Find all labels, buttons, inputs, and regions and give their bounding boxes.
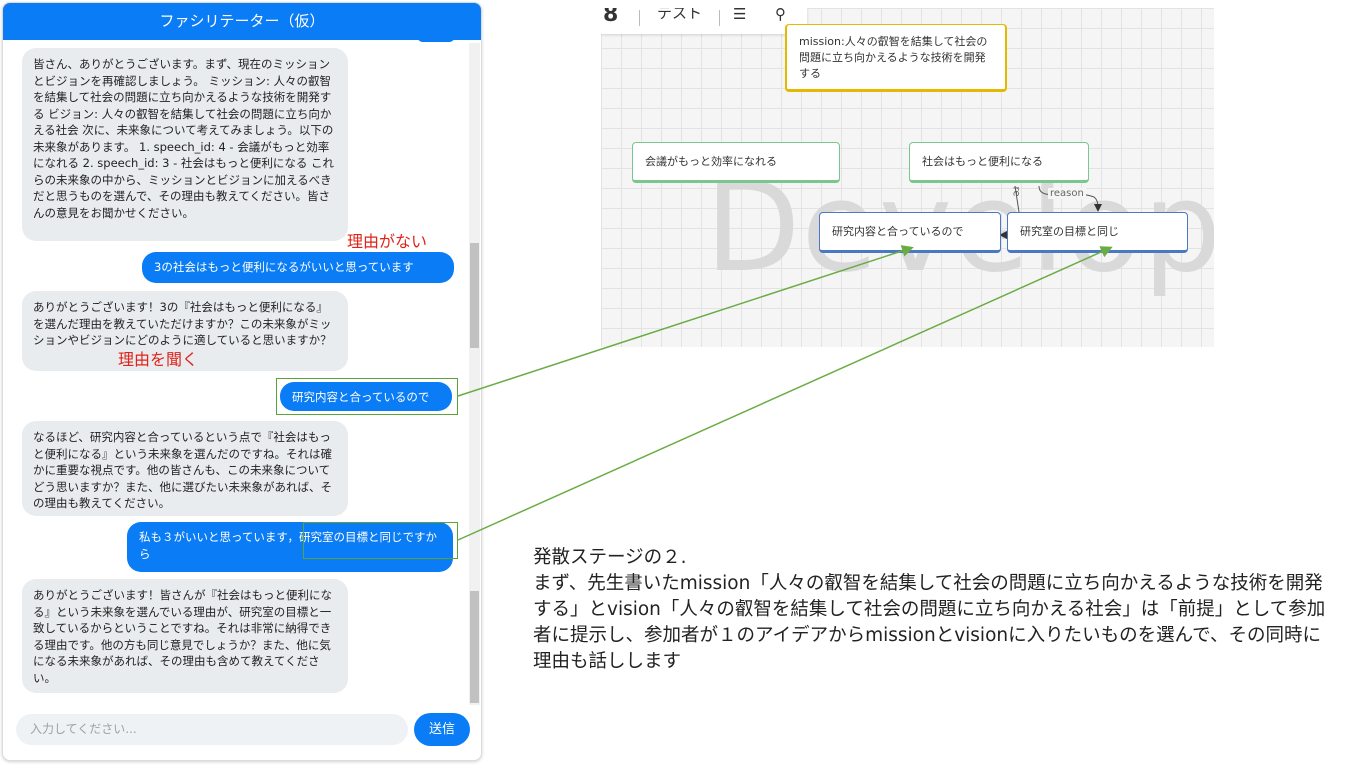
arrow-research-to-node [457, 245, 914, 397]
caption-heading: 発散ステージの２. [533, 547, 687, 568]
arrow-lab-to-node [457, 246, 1113, 541]
explanation-text: 発散ステージの２. まず、先生書いたmission「人々の叡智を結集して社会の問… [533, 545, 1333, 675]
caption-body: まず、先生書いたmission「人々の叡智を結集して社会の問題に立ち向かえるよう… [533, 573, 1326, 672]
